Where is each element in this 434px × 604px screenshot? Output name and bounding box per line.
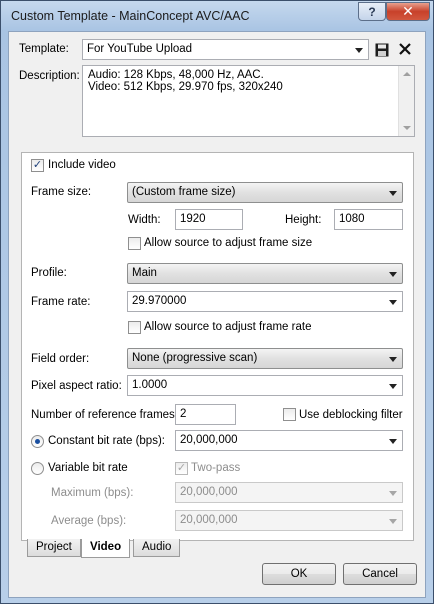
cbr-combo[interactable]: 20,000,000 (175, 430, 403, 451)
frame-size-dropdown[interactable]: (Custom frame size) (127, 182, 403, 203)
cbr-label: Constant bit rate (bps): (48, 435, 165, 447)
allow-frame-size-checkbox[interactable] (128, 237, 141, 250)
deblocking-checkbox[interactable] (283, 408, 296, 421)
video-tab-panel: ✓ Include video Frame size: (Custom fram… (21, 152, 414, 541)
vbr-radio[interactable] (31, 462, 44, 475)
width-input[interactable]: 1920 (175, 209, 243, 230)
chevron-down-icon (389, 384, 397, 389)
scroll-down-icon[interactable] (403, 126, 411, 130)
description-line-2: Video: 512 Kbps, 29.970 fps, 320x240 (88, 81, 283, 93)
chevron-down-icon (389, 519, 397, 524)
dialog-client: Template: For YouTube Upload Description… (8, 31, 426, 598)
pixel-aspect-ratio-label: Pixel aspect ratio: (31, 380, 122, 392)
profile-label: Profile: (31, 267, 67, 279)
field-order-dropdown[interactable]: None (progressive scan) (127, 348, 403, 369)
chevron-down-icon (389, 357, 397, 362)
delete-template-button[interactable] (396, 40, 414, 58)
frame-rate-label: Frame rate: (31, 296, 91, 308)
save-icon (375, 43, 389, 57)
two-pass-label: Two-pass (191, 462, 241, 474)
chevron-down-icon (389, 272, 397, 277)
help-button[interactable]: ? (358, 2, 386, 21)
chevron-down-icon (389, 300, 397, 305)
tab-strip: Project Video Audio (21, 539, 414, 558)
description-label: Description: (19, 70, 80, 82)
maximum-bps-value: 20,000,000 (180, 486, 238, 498)
maximum-bps-label: Maximum (bps): (51, 487, 134, 499)
cbr-radio[interactable] (31, 435, 44, 448)
allow-frame-rate-label: Allow source to adjust frame rate (144, 321, 312, 333)
average-bps-value: 20,000,000 (180, 514, 238, 526)
close-button[interactable]: ✕ (386, 2, 430, 21)
include-video-checkbox[interactable]: ✓ (31, 159, 44, 172)
template-value: For YouTube Upload (87, 43, 193, 55)
frame-size-value: (Custom frame size) (132, 186, 236, 198)
description-line-1: Audio: 128 Kbps, 48,000 Hz, AAC. (88, 69, 264, 81)
average-bps-label: Average (bps): (51, 515, 127, 527)
template-select[interactable]: For YouTube Upload (82, 39, 369, 60)
field-order-label: Field order: (31, 353, 90, 365)
frame-size-label: Frame size: (31, 186, 92, 198)
frame-rate-combo[interactable]: 29.970000 (127, 291, 403, 312)
include-video-label: Include video (48, 159, 116, 171)
scroll-up-icon[interactable] (403, 72, 411, 76)
pixel-aspect-ratio-value: 1.0000 (132, 379, 168, 391)
deblocking-label: Use deblocking filter (299, 409, 403, 421)
reference-frames-input[interactable]: 2 (175, 404, 236, 425)
description-textarea[interactable]: Audio: 128 Kbps, 48,000 Hz, AAC. Video: … (82, 65, 415, 137)
save-template-button[interactable] (373, 41, 391, 59)
profile-value: Main (132, 267, 157, 279)
cbr-value: 20,000,000 (180, 434, 238, 446)
maximum-bps-combo[interactable]: 20,000,000 (175, 482, 403, 503)
field-order-value: None (progressive scan) (132, 352, 258, 364)
chevron-down-icon (389, 191, 397, 196)
window-title: Custom Template - MainConcept AVC/AAC (11, 9, 250, 23)
height-input[interactable]: 1080 (334, 209, 403, 230)
dialog-window: Custom Template - MainConcept AVC/AAC ? … (0, 0, 434, 604)
tab-video[interactable]: Video (81, 539, 131, 558)
pixel-aspect-ratio-combo[interactable]: 1.0000 (127, 375, 403, 396)
profile-dropdown[interactable]: Main (127, 263, 403, 284)
reference-frames-label: Number of reference frames: (31, 409, 179, 421)
ok-button[interactable]: OK (262, 563, 336, 585)
width-label: Width: (128, 214, 161, 226)
frame-rate-value: 29.970000 (132, 295, 187, 307)
chevron-down-icon (355, 48, 363, 53)
delete-icon (399, 43, 411, 55)
tab-project[interactable]: Project (27, 539, 81, 557)
chevron-down-icon (389, 491, 397, 496)
allow-frame-rate-checkbox[interactable] (128, 321, 141, 334)
title-bar[interactable]: Custom Template - MainConcept AVC/AAC ? … (1, 1, 433, 31)
chevron-down-icon (389, 439, 397, 444)
average-bps-combo[interactable]: 20,000,000 (175, 510, 403, 531)
tab-audio[interactable]: Audio (133, 539, 181, 557)
template-label: Template: (19, 43, 69, 55)
allow-frame-size-label: Allow source to adjust frame size (144, 237, 313, 249)
height-label: Height: (285, 214, 322, 226)
vbr-label: Variable bit rate (48, 462, 128, 474)
two-pass-checkbox[interactable]: ✓ (175, 462, 188, 475)
cancel-button[interactable]: Cancel (343, 563, 417, 585)
description-scrollbar[interactable] (398, 66, 414, 136)
